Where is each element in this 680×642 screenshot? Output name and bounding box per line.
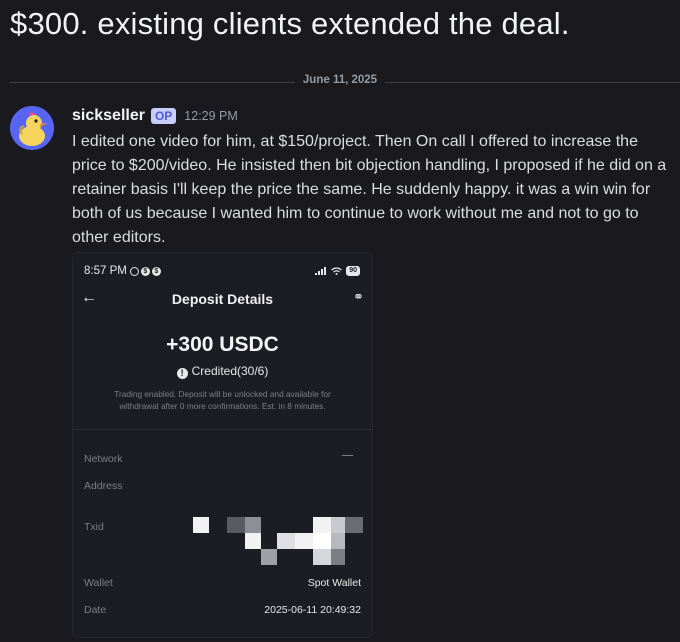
wallet-label: Wallet [84,577,113,589]
op-badge: OP [150,108,177,124]
info-icon: ! [176,368,188,379]
username[interactable]: sickseller [72,107,145,125]
signal-icon [315,267,327,275]
address-label: Address [84,480,123,492]
phone-status-bar: 8:57 PM $ $ 90 [84,264,360,278]
network-label: Network [84,453,123,465]
wifi-icon [331,267,343,275]
coin-icon: $ [140,266,150,276]
date-label: Date [84,604,107,616]
deposit-note: Trading enabled. Deposit will be unlocke… [114,389,331,411]
phone-header: ← Deposit Details ⚭ [73,287,372,311]
status-time: 8:57 PM [84,265,127,277]
wallet-value: Spot Wallet [307,577,361,589]
duck-avatar-icon [10,106,54,150]
post-title: $300. existing clients extended the deal… [10,6,570,41]
txid-label: Txid [84,521,104,533]
back-arrow-icon: ← [81,289,97,306]
avatar[interactable] [10,106,54,150]
headset-icon: ⚭ [353,289,364,304]
date-value: 2025-06-11 20:49:32 [264,604,361,616]
deposit-amount: +300 USDC [166,333,279,356]
message-timestamp[interactable]: 12:29 PM [184,109,238,123]
alarm-icon [129,266,139,276]
deposit-status: ! Credited(30/6) [73,364,372,379]
phone-title: Deposit Details [171,291,274,307]
coin-icon: $ [151,266,161,276]
message: sickseller OP 12:29 PM I edited one vide… [72,104,672,250]
message-body: I edited one video for him, at $150/proj… [72,133,667,246]
battery-icon: 90 [346,266,360,276]
date-divider-label: June 11, 2025 [294,74,386,86]
deposit-status-text: Credited(30/6) [191,364,269,378]
network-value-dash [342,455,353,456]
attached-screenshot[interactable]: 8:57 PM $ $ 90 ← Deposit Details ⚭ +300 … [72,252,373,638]
message-header: sickseller OP 12:29 PM [72,104,672,128]
phone-divider [73,429,372,430]
